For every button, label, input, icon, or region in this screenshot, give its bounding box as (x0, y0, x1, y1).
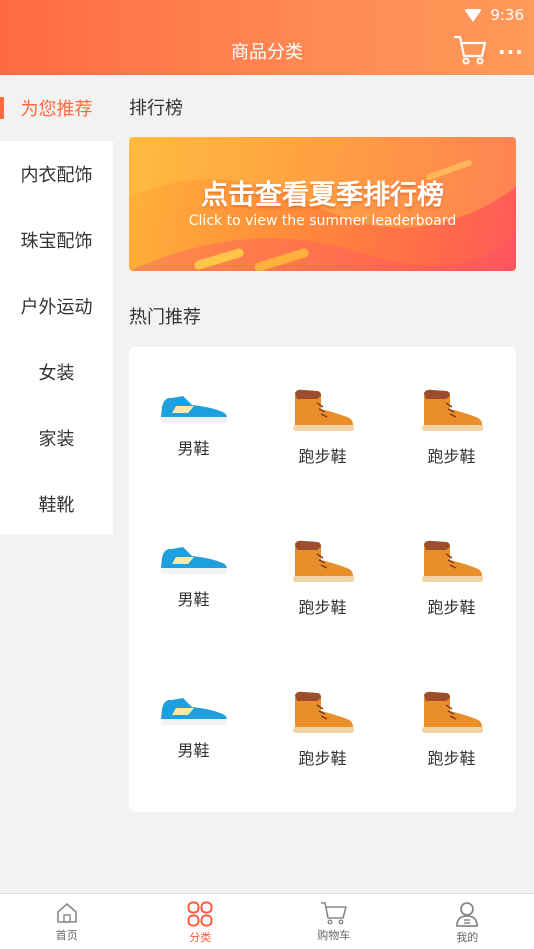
status-time: 9:36 (490, 6, 524, 24)
category-icon (187, 901, 213, 927)
cart-icon (320, 902, 347, 925)
product-label: 男鞋 (177, 590, 210, 609)
product-item[interactable]: 跑步鞋 (258, 347, 387, 467)
tab-profile[interactable]: 我的 (401, 894, 534, 949)
product-item[interactable]: 男鞋 (129, 347, 258, 467)
tab-label: 购物车 (317, 929, 351, 942)
sidebar-item-underwear[interactable]: 内衣配饰 (0, 141, 113, 207)
tab-home[interactable]: 首页 (0, 894, 134, 949)
category-sidebar: 为您推荐 内衣配饰 珠宝配饰 户外运动 女装 家装 鞋靴 (0, 75, 113, 534)
ranking-title: 排行榜 (129, 98, 183, 119)
sneaker-icon (160, 698, 227, 725)
product-item[interactable]: 男鞋 (129, 498, 258, 618)
sidebar-item-home[interactable]: 家装 (0, 405, 113, 471)
banner-subheading: Click to view the summer leaderboard (188, 213, 457, 229)
hot-title: 热门推荐 (129, 307, 201, 328)
sidebar-item-label: 家装 (38, 429, 75, 450)
wifi-icon (464, 8, 483, 22)
product-label: 跑步鞋 (427, 749, 476, 768)
sidebar-item-womens[interactable]: 女装 (0, 339, 113, 405)
product-label: 跑步鞋 (298, 447, 347, 466)
home-icon (56, 903, 77, 923)
product-item[interactable]: 男鞋 (129, 649, 258, 769)
sidebar-item-jewelry[interactable]: 珠宝配饰 (0, 207, 113, 273)
boot-icon (421, 691, 483, 733)
boot-icon (421, 389, 483, 431)
product-label: 跑步鞋 (298, 749, 347, 768)
banner-heading: 点击查看夏季排行榜 (201, 180, 444, 211)
product-item[interactable]: 跑步鞋 (258, 649, 387, 769)
sidebar-item-outdoor[interactable]: 户外运动 (0, 273, 113, 339)
product-label: 男鞋 (177, 439, 210, 458)
product-label: 跑步鞋 (427, 447, 476, 466)
sidebar-item-shoes[interactable]: 鞋靴 (0, 471, 113, 537)
cart-icon[interactable] (454, 34, 488, 66)
product-label: 男鞋 (177, 741, 210, 760)
sidebar-item-label: 内衣配饰 (20, 165, 93, 186)
product-item[interactable]: 跑步鞋 (387, 347, 516, 467)
boot-icon (292, 691, 354, 733)
sidebar-item-label: 户外运动 (20, 297, 93, 318)
sneaker-icon (160, 547, 227, 574)
sidebar-item-label: 女装 (38, 363, 75, 384)
more-icon[interactable]: ··· (498, 40, 524, 64)
sidebar-item-label: 为您推荐 (20, 99, 93, 120)
tab-cart[interactable]: 购物车 (267, 894, 401, 949)
status-bar: 9:36 (464, 5, 524, 25)
product-item[interactable]: 跑步鞋 (258, 498, 387, 618)
product-label: 跑步鞋 (298, 598, 347, 617)
product-item[interactable]: 跑步鞋 (387, 649, 516, 769)
ranking-banner[interactable]: 点击查看夏季排行榜 Click to view the summer leade… (129, 137, 516, 271)
tab-category[interactable]: 分类 (134, 894, 268, 949)
sidebar-item-recommend[interactable]: 为您推荐 (0, 75, 113, 141)
sidebar-item-label: 鞋靴 (38, 495, 75, 516)
sneaker-icon (160, 396, 227, 423)
product-item[interactable]: 跑步鞋 (387, 498, 516, 618)
app-header: 9:36 商品分类 ··· (0, 0, 534, 75)
sidebar-item-label: 珠宝配饰 (20, 231, 93, 252)
boot-icon (292, 540, 354, 582)
bottom-tabbar: 首页 分类 购物车 我的 (0, 893, 534, 949)
product-label: 跑步鞋 (427, 598, 476, 617)
user-icon (456, 902, 479, 927)
boot-icon (292, 389, 354, 431)
product-grid: 男鞋 跑步鞋 跑步鞋 男鞋 跑步鞋 跑步鞋 男鞋 跑步鞋 跑步鞋 (129, 347, 516, 812)
tab-label: 首页 (55, 929, 78, 942)
tab-label: 分类 (189, 931, 212, 944)
boot-icon (421, 540, 483, 582)
tab-label: 我的 (456, 931, 479, 944)
